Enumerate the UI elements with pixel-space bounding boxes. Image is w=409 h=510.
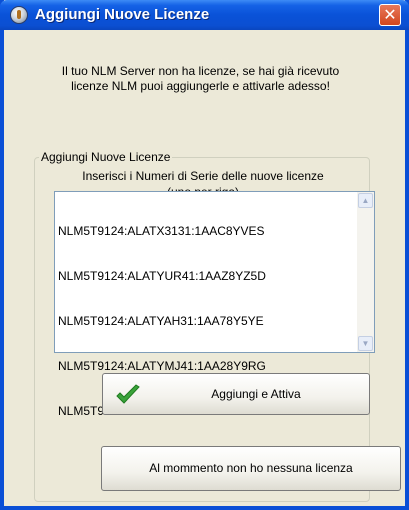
serial-numbers-textarea[interactable]: NLM5T9124:ALATX3131:1AAC8YVES NLM5T9124:… xyxy=(54,191,375,418)
no-license-label: Al mommento non ho nessuna licenza xyxy=(149,461,353,475)
intro-text: Il tuo NLM Server non ha licenze, se hai… xyxy=(0,64,401,94)
serial-line: NLM5T9124:ALATYMJ41:1AA28Y9RG xyxy=(58,359,266,373)
serial-line: NLM5T9124:ALATX3131:1AAC8YVES xyxy=(58,224,265,238)
no-license-button[interactable]: Al mommento non ho nessuna licenza xyxy=(101,446,401,491)
nlm-app-icon xyxy=(10,6,28,24)
title-bar[interactable]: Aggiungi Nuove Licenze ✕ xyxy=(0,0,409,30)
add-activate-label: Aggiungi e Attiva xyxy=(211,387,301,401)
intro-line-1: Il tuo NLM Server non ha licenze, se hai… xyxy=(61,64,340,78)
serial-line: NLM5T9124:ALATYAH31:1AA78Y5YE xyxy=(58,314,264,328)
group-legend: Aggiungi Nuove Licenze xyxy=(39,150,173,165)
close-button[interactable]: ✕ xyxy=(379,4,401,26)
scroll-down-icon[interactable]: ▼ xyxy=(358,336,373,351)
scroll-up-icon[interactable]: ▲ xyxy=(358,193,373,208)
serial-line: NLM5T9124:ALATYUR41:1AAZ8YZ5D xyxy=(58,269,266,283)
window-title: Aggiungi Nuove Licenze xyxy=(35,6,210,23)
vertical-scrollbar[interactable]: ▲ ▼ xyxy=(357,192,374,352)
group-desc-line-1: Inserisci i Numeri di Serie delle nuove … xyxy=(82,169,324,183)
add-activate-button[interactable]: Aggiungi e Attiva xyxy=(102,373,370,415)
intro-line-2: licenze NLM puoi aggiungerle e attivarle… xyxy=(71,79,330,93)
